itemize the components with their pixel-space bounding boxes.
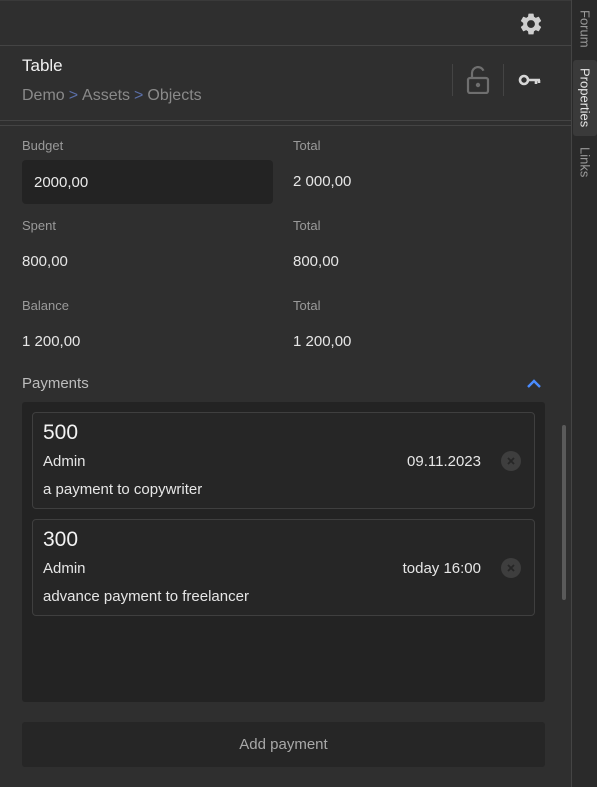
payment-amount: 300 (43, 528, 79, 551)
gear-icon[interactable] (517, 10, 545, 38)
close-icon (507, 457, 515, 465)
remove-payment-button[interactable] (501, 451, 521, 471)
payment-amount: 500 (43, 421, 79, 444)
page-title: Table (22, 56, 63, 75)
breadcrumb: Demo > Assets > Objects (22, 87, 202, 105)
budget-input[interactable] (22, 160, 273, 204)
balance-total-value: 1 200,00 (293, 333, 352, 350)
payment-user: Admin (43, 453, 86, 470)
budget-total-label: Total (293, 138, 321, 153)
spent-value: 800,00 (22, 253, 68, 270)
payment-card[interactable]: 300 Admin today 16:00 advance payment to… (32, 519, 535, 616)
chevron-up-icon[interactable] (524, 374, 544, 394)
remove-payment-button[interactable] (501, 558, 521, 578)
breadcrumb-item-objects[interactable]: Objects (147, 87, 201, 105)
payments-list: 500 Admin 09.11.2023 a payment to copywr… (22, 402, 545, 702)
breadcrumb-item-demo[interactable]: Demo (22, 87, 65, 105)
breadcrumb-separator: > (134, 87, 144, 104)
spent-total-value: 800,00 (293, 253, 339, 270)
breadcrumb-separator: > (68, 87, 79, 104)
payment-date: 09.11.2023 (407, 453, 481, 470)
toolbar-divider (503, 64, 504, 96)
balance-label: Balance (22, 298, 69, 313)
balance-value: 1 200,00 (22, 333, 81, 350)
payment-note: advance payment to freelancer (43, 588, 249, 605)
tab-links[interactable]: Links (572, 140, 597, 184)
balance-total-label: Total (293, 298, 321, 313)
payments-section-title: Payments (22, 375, 89, 392)
tab-forum[interactable]: Forum (572, 4, 597, 54)
payment-note: a payment to copywriter (43, 481, 203, 498)
key-icon[interactable] (518, 70, 542, 90)
tab-properties-label: Properties (577, 68, 593, 128)
payment-user: Admin (43, 560, 86, 577)
tab-forum-label: Forum (577, 10, 593, 48)
tab-properties[interactable]: Properties (573, 60, 597, 136)
close-icon (507, 564, 515, 572)
payment-card[interactable]: 500 Admin 09.11.2023 a payment to copywr… (32, 412, 535, 509)
budget-label: Budget (22, 138, 64, 153)
tab-links-label: Links (577, 146, 593, 178)
toolbar-divider (452, 64, 453, 96)
lock-open-icon[interactable] (466, 66, 490, 95)
side-tab-panel: Forum Properties Links (571, 0, 597, 787)
breadcrumb-item-assets[interactable]: Assets (82, 87, 130, 105)
spent-label: Spent (22, 218, 56, 233)
budget-total-value: 2 000,00 (293, 173, 352, 190)
spent-total-label: Total (293, 218, 321, 233)
header-divider (0, 125, 571, 126)
scrollbar[interactable] (562, 425, 566, 600)
add-payment-button[interactable]: Add payment (22, 722, 545, 767)
top-bar (0, 0, 571, 45)
payment-date: today 16:00 (402, 560, 481, 577)
